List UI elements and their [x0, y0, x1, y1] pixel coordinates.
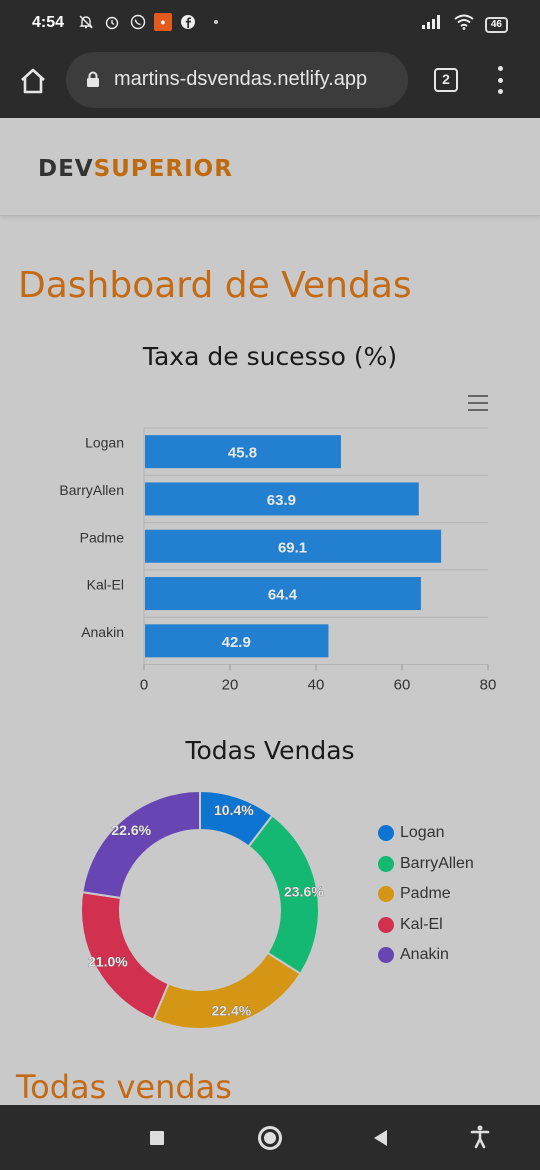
back-button[interactable]: [372, 1129, 388, 1147]
status-bar: 4:54 ● 46: [0, 0, 540, 48]
system-icons: 46: [421, 14, 508, 35]
lock-icon: [87, 71, 99, 87]
donut-chart: 10.4% 23.6% 22.4% 21.0% 22.6%: [80, 789, 325, 1030]
bar-value-label: 69.1: [278, 539, 307, 556]
legend-item[interactable]: Kal-El: [378, 910, 474, 941]
devsuperior-logo[interactable]: DEVSUPERIOR: [38, 156, 233, 182]
bar-chart: 0 20 40 60 80 Logan 45.8 BarryAllen 63.9 Padme 69.…: [59, 427, 497, 694]
whatsapp-icon: [128, 12, 148, 32]
hamburger-line: [468, 395, 488, 397]
menu-dot: [497, 89, 503, 94]
legend-label: BarryAllen: [400, 854, 474, 872]
status-time: 4:54: [32, 14, 65, 31]
legend-marker: [378, 855, 394, 872]
x-tick-label: 60: [394, 677, 411, 694]
x-tick-label: 40: [308, 677, 325, 694]
android-nav-bar: [0, 1105, 540, 1170]
address-bar[interactable]: martins-dsvendas.netlify.app: [66, 52, 408, 108]
legend-marker: [378, 947, 394, 964]
home-icon: [21, 68, 45, 94]
url-text: martins-dsvendas.netlify.app: [114, 68, 368, 90]
accessibility-button[interactable]: [470, 1125, 490, 1149]
hamburger-line: [468, 402, 488, 404]
bar-value-label: 63.9: [267, 492, 296, 509]
battery-icon: 46: [484, 16, 508, 33]
legend-item[interactable]: Logan: [378, 818, 474, 849]
logo-superior-text: SUPERIOR: [93, 156, 233, 182]
slice-value-label: 22.6%: [111, 822, 151, 838]
y-category-label: Anakin: [81, 624, 124, 640]
y-category-label: Padme: [80, 529, 125, 545]
legend-label: Kal-El: [400, 915, 443, 933]
x-tick-label: 20: [222, 677, 239, 694]
legend-item[interactable]: BarryAllen: [378, 849, 474, 880]
more-notifications-dot: [214, 20, 218, 24]
legend-marker: [378, 886, 394, 903]
wifi-icon: [453, 14, 475, 35]
legend-marker: [378, 916, 394, 933]
section-title: Todas vendas: [16, 1068, 232, 1105]
recents-button[interactable]: [150, 1131, 164, 1145]
legend-marker: [378, 825, 394, 842]
page-content: DEVSUPERIOR Dashboard de Vendas Taxa de …: [0, 118, 540, 1105]
page-title: Dashboard de Vendas: [18, 265, 412, 306]
slice-value-label: 21.0%: [88, 953, 128, 969]
notification-icons: ●: [76, 12, 218, 32]
legend-item[interactable]: Anakin: [378, 940, 474, 971]
y-category-label: Kal-El: [87, 577, 124, 593]
slice-value-label: 10.4%: [214, 802, 254, 818]
app-notification-icon: ●: [154, 13, 172, 31]
donut-chart-title: Todas Vendas: [185, 736, 355, 765]
signal-icon: [421, 14, 443, 35]
y-category-label: BarryAllen: [59, 482, 124, 498]
donut-slice[interactable]: [81, 789, 201, 900]
menu-dot: [497, 77, 503, 83]
legend-label: Logan: [400, 824, 445, 842]
x-tick-label: 80: [480, 677, 497, 694]
alarm-icon: [102, 12, 122, 32]
muted-bell-icon: [76, 12, 96, 32]
tab-switcher-button[interactable]: 2: [434, 68, 458, 92]
slice-value-label: 22.4%: [211, 1003, 251, 1019]
bar-value-label: 42.9: [222, 634, 251, 651]
browser-toolbar: martins-dsvendas.netlify.app 2: [0, 48, 540, 118]
facebook-icon: [178, 12, 198, 32]
legend-label: Padme: [400, 885, 451, 903]
x-tick-label: 0: [140, 677, 148, 694]
bar-value-label: 45.8: [228, 445, 257, 462]
home-nav-button[interactable]: [258, 1126, 282, 1150]
donut-legend: Logan BarryAllen Padme Kal-El Anakin: [378, 818, 474, 971]
legend-label: Anakin: [400, 946, 449, 964]
logo-dev-text: DEV: [38, 156, 94, 182]
app-header: DEVSUPERIOR: [0, 118, 540, 216]
legend-item[interactable]: Padme: [378, 879, 474, 910]
slice-value-label: 23.6%: [284, 884, 324, 900]
home-button[interactable]: [16, 64, 50, 98]
y-category-label: Logan: [85, 435, 124, 451]
bar-chart-title: Taxa de sucesso (%): [142, 342, 398, 371]
menu-dot: [497, 66, 503, 71]
bar-value-label: 64.4: [268, 587, 298, 604]
browser-menu-button[interactable]: [496, 66, 504, 94]
